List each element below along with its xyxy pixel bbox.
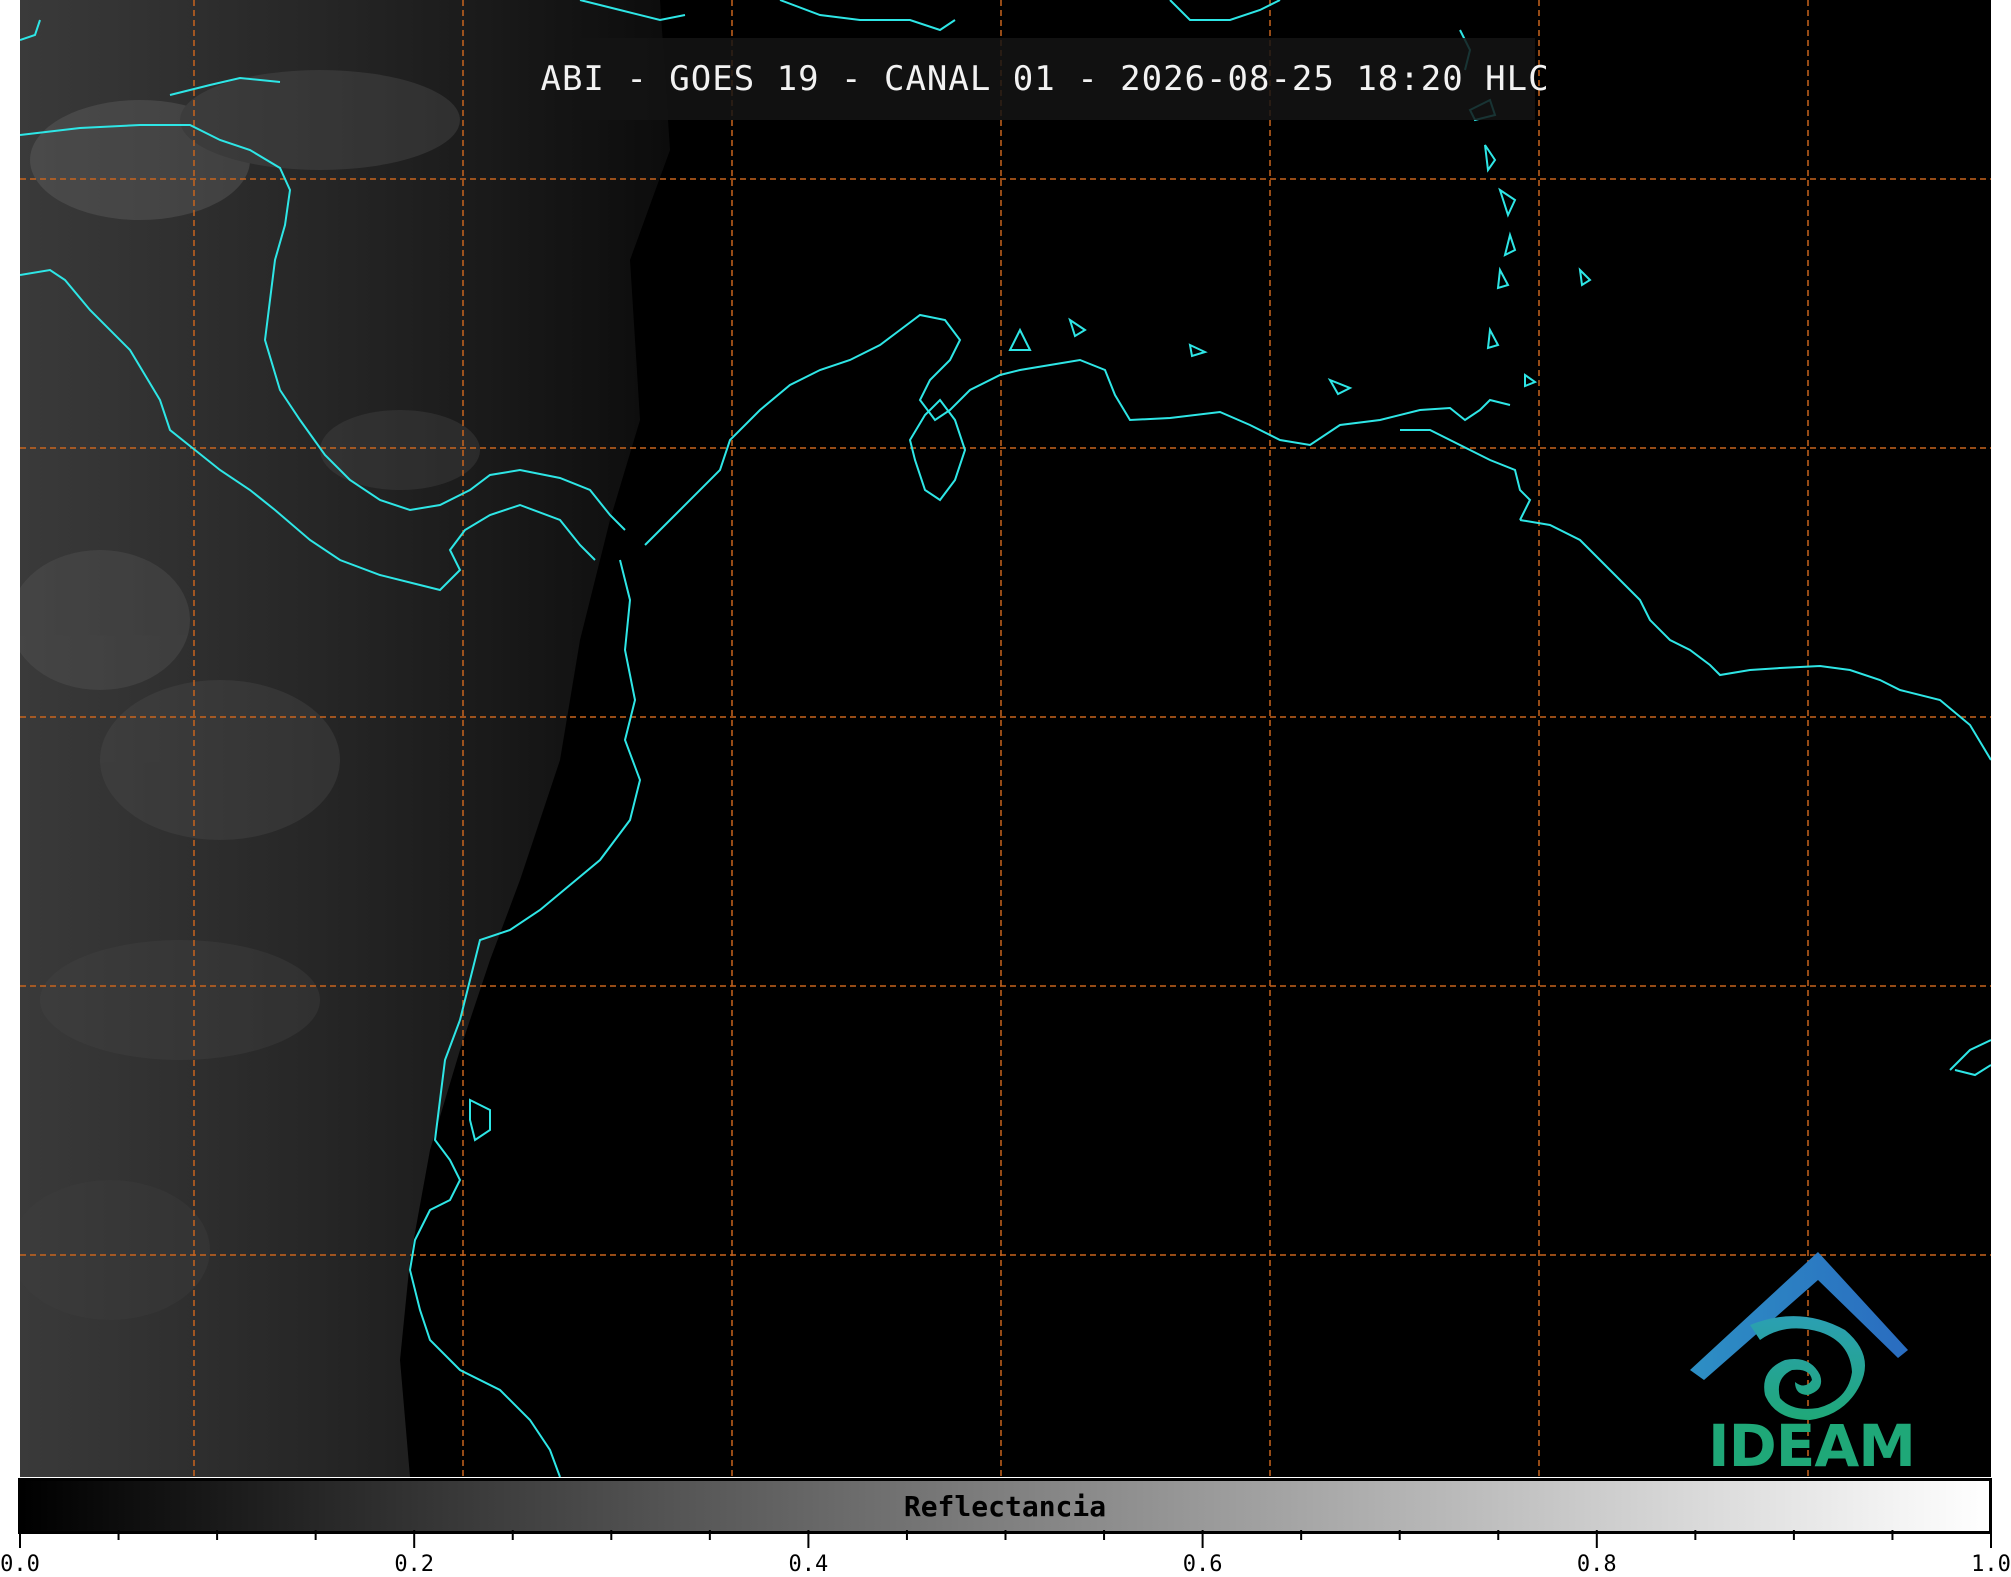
colorbar-tick-label: 0.6 xyxy=(1182,1552,1223,1577)
colorbar-tick-label: 0.2 xyxy=(394,1552,435,1577)
colorbar-tick-label: 1.0 xyxy=(1971,1552,2011,1577)
colorbar: Reflectancia xyxy=(18,1478,1992,1534)
colorbar-tick-label: 0.4 xyxy=(788,1552,829,1577)
title-box: ABI - GOES 19 - CANAL 01 - 2026-08-25 18… xyxy=(540,38,1549,120)
colorbar-ticks xyxy=(19,1530,1992,1548)
satellite-map: ABI - GOES 19 - CANAL 01 - 2026-08-25 18… xyxy=(20,0,1991,1477)
page-title: ABI - GOES 19 - CANAL 01 - 2026-08-25 18… xyxy=(540,59,1550,99)
logo-text: IDEAM xyxy=(1708,1412,1916,1477)
colorbar-tick-label: 0.0 xyxy=(0,1552,40,1577)
colorbar-label: Reflectancia xyxy=(903,1489,1107,1523)
colorbar-tick-label: 0.8 xyxy=(1576,1552,1617,1577)
